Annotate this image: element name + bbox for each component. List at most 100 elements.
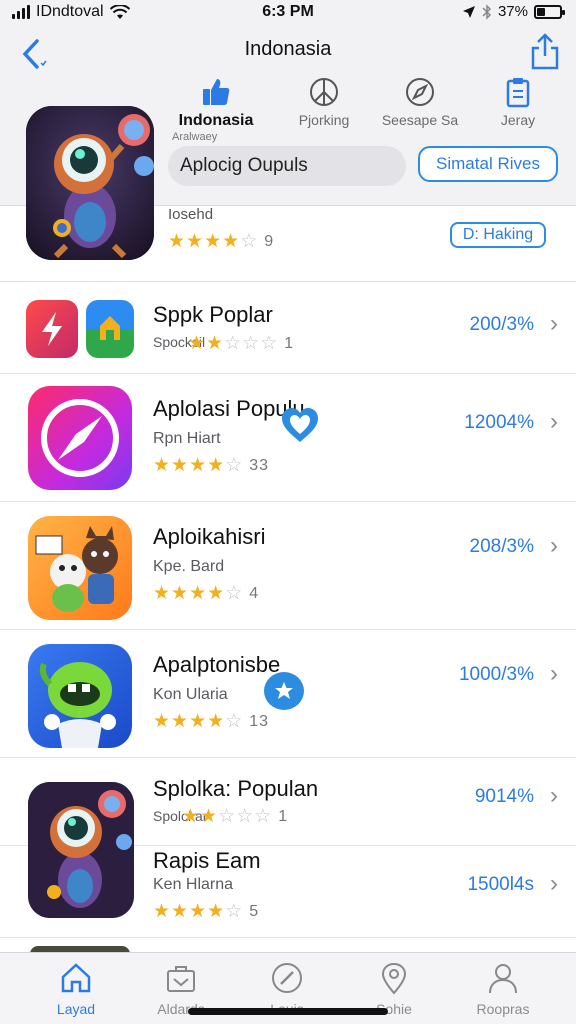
star-badge-icon (264, 672, 304, 710)
star-icon: ★ (171, 455, 190, 476)
star-icon: ☆ (240, 231, 259, 252)
star-icon: ☆ (260, 333, 279, 354)
star-icon: ★ (207, 901, 226, 922)
star-icon: ☆ (218, 806, 237, 827)
clipboard-icon (506, 78, 530, 108)
star-icon: ★ (171, 711, 190, 732)
search-input[interactable]: Aplocig Oupuls (168, 146, 406, 186)
star-icon: ★ (204, 231, 223, 252)
heart-badge-icon (280, 406, 320, 446)
chevron-right-icon: › (550, 870, 558, 897)
app-title: Apalptonisbe (153, 652, 281, 677)
hero-subtitle: Aralwaey (172, 131, 218, 143)
status-bar: IDndtoval 6:3 PM 37% (0, 0, 576, 24)
search-placeholder: Aplocig Oupuls (180, 155, 308, 176)
battery-percent: 37% (497, 3, 528, 20)
home-icon (61, 963, 91, 993)
robot-character-icon (26, 106, 154, 260)
star-rating: ★ ★ ☆ ☆ ☆ 1 (188, 332, 294, 355)
app-percent: 12004% (464, 412, 534, 433)
star-icon: ☆ (225, 583, 244, 604)
app-subtitle: Iosehd (168, 206, 214, 223)
chevron-right-icon: › (550, 532, 558, 559)
star-icon: ★ (207, 711, 226, 732)
filter-button[interactable]: Simatal Rives (418, 146, 558, 182)
action-button[interactable]: D: Haking (450, 222, 546, 248)
chevron-right-icon: › (550, 408, 558, 435)
app-title: Splolka: Populan (153, 776, 319, 801)
tab-jeray[interactable]: Jeray (468, 76, 568, 136)
app-title: Sppk Poplar (153, 302, 273, 327)
star-icon: ★ (153, 901, 172, 922)
nav-header: Indonasia Indonasia Pjorking Seesape Sa … (0, 24, 576, 260)
tab-label: Seesape Sa (381, 112, 459, 128)
featured-app-icon[interactable] (26, 106, 154, 260)
rating-count: 9 (264, 232, 275, 250)
battery-icon (534, 4, 565, 19)
star-icon: ★ (206, 333, 225, 354)
chevron-right-icon: › (550, 310, 558, 337)
rating-count: 4 (249, 584, 260, 602)
cartoon-characters-app-icon (28, 516, 132, 620)
thumbs-up-icon (203, 79, 230, 105)
green-monster-icon (39, 662, 116, 748)
star-rating: ★ ★ ★ ★ ☆ 4 (153, 582, 259, 605)
rating-count: 13 (249, 712, 270, 730)
person-icon (489, 964, 517, 994)
robot-character-icon (28, 782, 134, 918)
app-subtitle: Kon Ularia (153, 686, 228, 703)
star-icon: ★ (189, 583, 208, 604)
bluetooth-icon (482, 3, 492, 20)
tab-roopras[interactable]: Roopras (453, 961, 553, 1017)
location-arrow-icon (462, 5, 475, 18)
tab-layad[interactable]: Layad (26, 961, 126, 1017)
tab-indonasia[interactable]: Indonasia (166, 76, 266, 136)
tab-seesape[interactable]: Seesape Sa (370, 76, 470, 136)
lightning-app-icon (26, 300, 78, 358)
star-rating: ★ ★ ★ ★ ☆ 13 (153, 710, 269, 733)
star-icon: ★ (153, 583, 172, 604)
star-icon: ☆ (225, 901, 244, 922)
peace-icon (310, 78, 338, 106)
star-icon: ★ (189, 901, 208, 922)
star-icon: ★ (171, 901, 190, 922)
app-percent: 1000/3% (458, 664, 534, 685)
rating-count: 5 (249, 902, 260, 920)
list-item[interactable]: Apalptonisbe Kon Ularia ★ ★ ★ ★ ☆ 13 1000/3% … (0, 630, 576, 758)
robot-character-app-icon[interactable] (28, 782, 134, 918)
briefcase-icon (167, 966, 195, 992)
app-subtitle: Ken Hlarna (153, 876, 234, 893)
house-icon (100, 316, 120, 340)
tab-label: Layad (56, 1001, 96, 1017)
star-icon: ★ (168, 231, 187, 252)
star-rating: ★ ★ ☆ ☆ ☆ 1 (182, 805, 288, 828)
list-item[interactable]: Aplolasi Populu Rpn Hiart ★ ★ ★ ★ ☆ 33 12004%… (0, 374, 576, 502)
star-icon: ★ (200, 806, 219, 827)
share-button[interactable] (528, 32, 562, 72)
app-percent: 1500l4s (467, 874, 534, 895)
home-indicator[interactable] (188, 1008, 388, 1015)
heart-icon (282, 408, 318, 442)
app-title: Aploikahisri (153, 524, 266, 549)
rating-count: 33 (249, 456, 270, 474)
star-rating: ★ ★ ★ ★ ☆ 9 (168, 230, 274, 253)
share-icon (531, 33, 559, 70)
category-tabs: Indonasia Pjorking Seesape Sa Jeray (166, 76, 566, 136)
list-item[interactable]: Sppk Poplar Spocksil ★ ★ ☆ ☆ ☆ 1 200/3% › (0, 282, 576, 374)
star-icon: ☆ (225, 455, 244, 476)
star-icon: ☆ (242, 333, 261, 354)
chevron-right-icon: › (550, 660, 558, 687)
app-percent: 208/3% (469, 536, 534, 557)
star-icon: ★ (189, 711, 208, 732)
star-icon: ★ (189, 455, 208, 476)
star-icon: ☆ (236, 806, 255, 827)
star-icon: ☆ (225, 711, 244, 732)
lightning-icon (42, 312, 62, 346)
star-icon: ★ (153, 711, 172, 732)
tab-pjorking[interactable]: Pjorking (274, 76, 374, 136)
star-icon: ★ (153, 455, 172, 476)
star-icon: ★ (188, 333, 207, 354)
star-rating: ★ ★ ★ ★ ☆ 33 (153, 454, 269, 477)
app-percent: 9014% (474, 786, 534, 807)
list-item[interactable]: Aploikahisri Kpe. Bard ★ ★ ★ ★ ☆ 4 208/3% › (0, 502, 576, 630)
